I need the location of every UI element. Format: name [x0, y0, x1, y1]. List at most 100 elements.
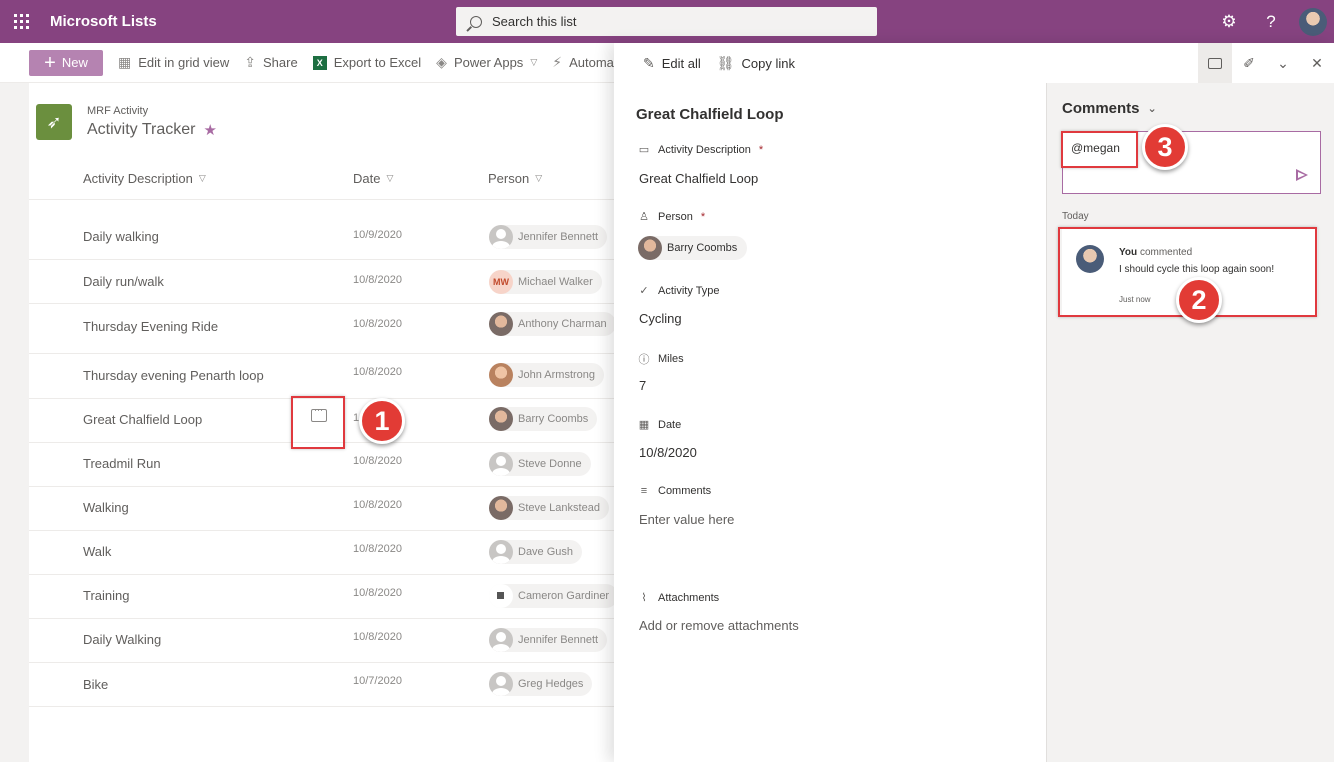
comments-pane: Comments ⌄ @megan Today You commented I s… [1046, 83, 1334, 762]
automate-icon: ⚡ [552, 54, 563, 70]
table-row[interactable]: Thursday Evening Ride 10/8/2020 Anthony … [29, 304, 616, 354]
item-form: Great Chalfield Loop ▭ Activity Descripti… [614, 83, 1046, 762]
row-description: Bike [83, 677, 109, 692]
share-button[interactable]: ⇪ Share [244, 54, 297, 71]
app-name[interactable]: Microsoft Lists [50, 13, 157, 30]
list-rows: Daily walking 10/9/2020 Jennifer Bennett… [29, 215, 619, 707]
person-chip[interactable]: Jennifer Bennett [489, 225, 608, 249]
row-description: Great Chalfield Loop [83, 412, 203, 427]
row-description: Thursday evening Penarth loop [83, 368, 264, 383]
form-edit-icon: ✐ [1243, 54, 1255, 71]
avatar [638, 236, 662, 260]
power-apps-button[interactable]: ◈ Power Apps ▽ [436, 54, 537, 71]
miles-field[interactable]: 7 [639, 378, 646, 393]
avatar [489, 452, 513, 476]
avatar [489, 363, 513, 387]
row-date: 10/8/2020 [353, 587, 402, 599]
field-label-activity-description: ▭ Activity Description * [638, 143, 764, 157]
search-input[interactable]: Search this list [456, 7, 877, 36]
search-icon [470, 15, 482, 28]
avatar [489, 312, 513, 336]
close-icon: ✕ [1311, 54, 1323, 71]
pencil-icon: ✎ [643, 54, 655, 71]
automate-button[interactable]: ⚡ Automa [552, 54, 614, 71]
power-apps-icon: ◈ [436, 54, 447, 70]
grid-icon: ▦ [118, 54, 132, 70]
chevron-down-icon: ⌄ [1147, 103, 1157, 115]
row-description: Daily Walking [83, 632, 162, 647]
comments-header[interactable]: Comments ⌄ [1062, 100, 1157, 117]
export-excel-button[interactable]: X Export to Excel [312, 55, 421, 70]
edit-all-button[interactable]: ✎ Edit all [643, 55, 701, 72]
edit-grid-button[interactable]: ▦ Edit in grid view [118, 54, 229, 71]
site-name[interactable]: MRF Activity [87, 105, 217, 117]
activity-description-field[interactable]: Great Chalfield Loop [639, 171, 758, 186]
table-row[interactable]: Daily Walking 10/8/2020 Jennifer Bennett [29, 619, 614, 663]
attachments-link[interactable]: Add or remove attachments [639, 618, 799, 633]
field-label-comments: ≡ Comments [638, 485, 711, 497]
person-chip[interactable]: John Armstrong [489, 363, 605, 387]
field-label-person: ♙ Person * [639, 210, 706, 224]
date-field[interactable]: 10/8/2020 [639, 445, 697, 460]
check-circle-icon: ✓ [639, 285, 649, 297]
gear-icon[interactable]: ⚙ [1208, 0, 1250, 43]
column-headers: Activity Description ▽ Date ▽ Person ▽ [29, 158, 614, 200]
new-button[interactable]: + New [29, 49, 103, 76]
table-row[interactable]: Daily walking 10/9/2020 Jennifer Bennett [29, 215, 614, 260]
send-icon[interactable] [1296, 169, 1308, 181]
table-row[interactable]: Training 10/8/2020 Cameron Gardiner [29, 575, 619, 619]
person-chip[interactable]: Steve Donne [489, 452, 591, 476]
row-date: 10/8/2020 [353, 631, 402, 643]
user-avatar[interactable] [1299, 7, 1327, 36]
table-row[interactable]: Daily run/walk 10/8/2020 MW Michael Walke… [29, 260, 614, 304]
list-header: ➶ MRF Activity Activity Tracker ★ [36, 104, 217, 140]
person-field[interactable]: Barry Coombs [638, 236, 748, 260]
table-row[interactable]: Bike 10/7/2020 Greg Hedges [29, 663, 614, 707]
help-icon[interactable]: ? [1250, 0, 1292, 43]
comments-toggle-button[interactable] [1198, 43, 1232, 83]
row-date: 10/8/2020 [353, 318, 402, 330]
person-chip[interactable]: MW Michael Walker [489, 270, 602, 294]
table-row[interactable]: Walking 10/8/2020 Steve Lankstead [29, 487, 614, 531]
comment-group-label: Today [1062, 211, 1089, 222]
edit-form-button[interactable]: ✐ [1232, 43, 1266, 83]
more-options-button[interactable]: ⌄ [1266, 43, 1300, 83]
row-date: 10/7/2020 [353, 675, 402, 687]
table-row[interactable]: Thursday evening Penarth loop 10/8/2020 … [29, 354, 614, 399]
person-chip[interactable]: Dave Gush [489, 540, 583, 564]
person-chip[interactable]: Greg Hedges [489, 672, 593, 696]
copy-link-button[interactable]: ⛓ Copy link [717, 55, 795, 72]
person-chip[interactable]: Steve Lankstead [489, 496, 609, 520]
row-description: Daily walking [83, 229, 159, 244]
excel-icon: X [312, 55, 327, 70]
highlight-box-1 [291, 396, 345, 449]
person-chip[interactable]: Barry Coombs [489, 407, 598, 431]
avatar [489, 225, 513, 249]
row-date: 10/9/2020 [353, 229, 402, 241]
chevron-down-icon: ▽ [386, 173, 394, 183]
star-icon[interactable]: ★ [203, 121, 216, 139]
row-description: Daily run/walk [83, 274, 164, 289]
table-row[interactable]: Walk 10/8/2020 Dave Gush [29, 531, 614, 575]
multiline-text-icon: ≡ [640, 485, 648, 497]
table-row[interactable]: Treadmil Run 10/8/2020 Steve Donne [29, 443, 614, 487]
column-person[interactable]: Person ▽ [488, 171, 542, 186]
app-launcher-icon[interactable] [0, 0, 43, 43]
avatar: MW [489, 270, 513, 294]
avatar [489, 540, 513, 564]
row-description: Walk [83, 544, 112, 559]
comments-field[interactable]: Enter value here [639, 512, 734, 527]
avatar [489, 496, 513, 520]
avatar [489, 584, 513, 608]
activity-type-field[interactable]: Cycling [639, 311, 682, 326]
field-label-attachments: ⌇ Attachments [638, 591, 719, 605]
column-date[interactable]: Date ▽ [353, 171, 393, 186]
share-icon: ⇪ [244, 54, 257, 70]
person-chip[interactable]: Anthony Charman [489, 312, 616, 336]
person-chip[interactable]: Jennifer Bennett [489, 628, 608, 652]
close-button[interactable]: ✕ [1300, 43, 1334, 83]
step-badge-1: 1 [359, 398, 405, 444]
comment-icon [1208, 54, 1222, 69]
person-chip[interactable]: Cameron Gardiner [489, 584, 619, 608]
column-activity-description[interactable]: Activity Description ▽ [83, 171, 206, 186]
